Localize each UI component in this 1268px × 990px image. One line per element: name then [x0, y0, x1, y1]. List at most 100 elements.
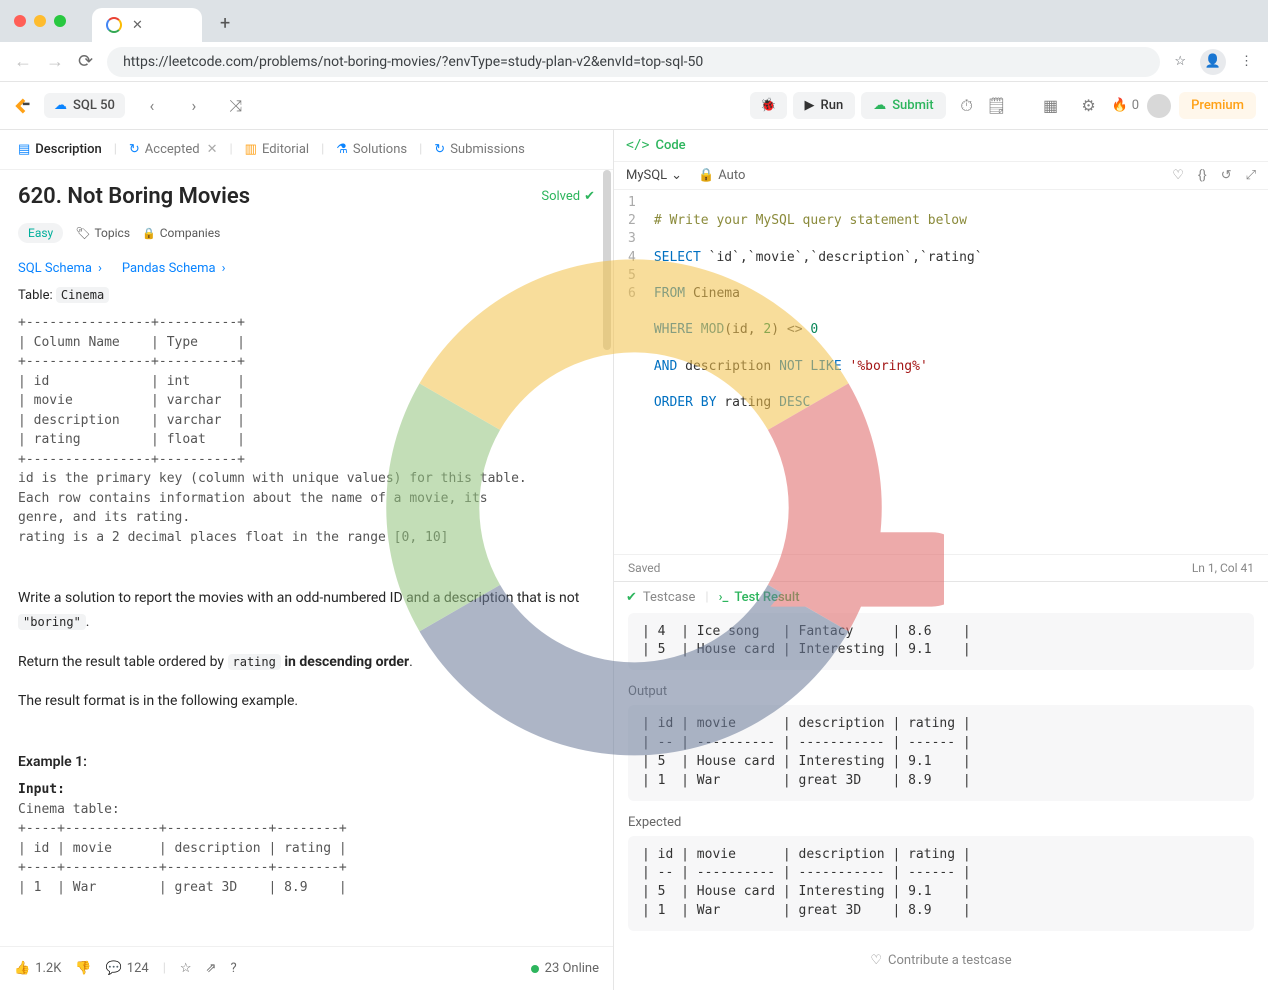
tab-editorial[interactable]: ▥ Editorial — [237, 138, 317, 161]
premium-button[interactable]: Premium — [1179, 92, 1256, 119]
reload-button[interactable]: ⟳ — [78, 51, 93, 72]
difficulty-tag[interactable]: Easy — [18, 223, 63, 243]
tab-description[interactable]: ▤ Description — [10, 138, 110, 161]
close-tab-icon[interactable]: ✕ — [132, 18, 143, 33]
debug-button[interactable]: 🐞 — [750, 92, 786, 119]
flask-icon: ⚗ — [336, 142, 348, 157]
share-button[interactable]: ⇗ — [206, 961, 217, 976]
tab-solutions[interactable]: ⚗ Solutions — [328, 138, 415, 161]
prev-problem-button[interactable]: ‹ — [137, 91, 167, 121]
scrollbar-thumb[interactable] — [603, 170, 611, 350]
result-body[interactable]: | 4 | Ice song | Fantacy | 8.6 | | 5 | H… — [614, 613, 1268, 990]
topics-tag[interactable]: 🏷Topics — [75, 226, 130, 240]
schema-links: SQL Schema› Pandas Schema› — [18, 261, 595, 276]
problem-title: 620. Not Boring Movies — [18, 184, 250, 209]
code-header: </>Code — [614, 130, 1268, 162]
close-icon[interactable]: ✕ — [207, 142, 218, 157]
chevron-right-icon: › — [98, 261, 102, 276]
code-lines[interactable]: # Write your MySQL query statement below… — [646, 190, 1268, 554]
settings-icon[interactable]: ⚙ — [1074, 91, 1104, 121]
code-tools: ♡ {} ↺ ⤢ — [1172, 168, 1256, 183]
profile-icon[interactable]: 👤 — [1200, 49, 1226, 75]
table-label: Table: Cinema — [18, 288, 595, 303]
minimize-window[interactable] — [34, 15, 46, 27]
chevron-down-icon: ⌄ — [671, 168, 682, 183]
window-controls — [14, 15, 66, 27]
language-select[interactable]: MySQL ⌄ — [626, 168, 682, 183]
streak[interactable]: 🔥 0 — [1112, 98, 1140, 113]
code-icon: </> — [626, 138, 649, 153]
saved-label: Saved — [628, 561, 660, 575]
schema-block: +----------------+----------+ | Column N… — [18, 313, 595, 547]
comments-button[interactable]: 💬124 — [106, 961, 149, 976]
browser-tab[interactable]: ✕ — [92, 8, 202, 42]
description-footer: 👍1.2K 👎 💬124 | ☆ ⇗ ? 23 Online — [0, 946, 613, 990]
tab-submissions[interactable]: ↻ Submissions — [426, 138, 533, 161]
user-avatar[interactable] — [1147, 94, 1171, 118]
titlebar: ✕ + — [0, 0, 1268, 42]
bookmark-icon[interactable]: ☆ — [1174, 54, 1186, 69]
description-panel: ▤ Description | ↻ Accepted ✕ | ▥ Editori… — [0, 130, 614, 990]
next-problem-button[interactable]: › — [179, 91, 209, 121]
tab-testcase[interactable]: ✔Testcase — [626, 590, 695, 605]
contribute-testcase[interactable]: ♡Contribute a testcase — [628, 945, 1254, 976]
shuffle-icon[interactable]: ⤨ — [221, 91, 251, 121]
companies-tag[interactable]: 🔒Companies — [142, 226, 220, 240]
lock-icon: 🔒 — [142, 227, 156, 240]
check-icon: ✔ — [584, 189, 595, 204]
online-status: 23 Online — [531, 961, 599, 976]
pandas-schema-link[interactable]: Pandas Schema› — [122, 261, 226, 276]
table-name: Cinema — [56, 287, 109, 303]
url-bar[interactable]: https://leetcode.com/problems/not-boring… — [107, 47, 1160, 77]
like-button[interactable]: 👍1.2K — [14, 961, 61, 976]
solved-badge: Solved ✔ — [541, 189, 595, 204]
expected-block: | id | movie | description | rating | | … — [628, 836, 1254, 931]
back-button[interactable]: ← — [14, 51, 32, 72]
tab-testresult[interactable]: ›_Test Result — [719, 590, 800, 605]
kebab-menu-icon[interactable]: ⋮ — [1240, 54, 1254, 69]
new-tab-button[interactable]: + — [220, 13, 230, 34]
help-icon: ? — [230, 961, 236, 976]
code-editor[interactable]: 1 2 3 4 5 6 # Write your MySQL query sta… — [614, 190, 1268, 554]
code-title: </>Code — [626, 138, 686, 153]
bookmark-icon[interactable]: ♡ — [1172, 168, 1184, 183]
fullscreen-icon[interactable]: ⤢ — [1246, 168, 1256, 183]
study-plan-badge[interactable]: ☁ SQL 50 — [44, 93, 125, 118]
leetcode-logo-icon[interactable] — [12, 96, 32, 116]
share-icon: ⇗ — [206, 961, 217, 976]
auto-label[interactable]: 🔒Auto — [698, 168, 745, 183]
maximize-window[interactable] — [54, 15, 66, 27]
toolbar-right: ☆ 👤 ⋮ — [1174, 49, 1254, 75]
forward-button[interactable]: → — [46, 51, 64, 72]
book-icon: ▥ — [245, 142, 257, 157]
tag-icon: 🏷 — [75, 226, 90, 240]
gutter: 1 2 3 4 5 6 — [614, 190, 646, 554]
left-tabs: ▤ Description | ↻ Accepted ✕ | ▥ Editori… — [0, 130, 613, 170]
favicon-icon — [106, 17, 122, 33]
plan-label: SQL 50 — [73, 98, 115, 113]
layout-icon[interactable]: ▦ — [1036, 91, 1066, 121]
flame-icon: 🔥 — [1112, 98, 1128, 113]
description-body[interactable]: 620. Not Boring Movies Solved ✔ Easy 🏷To… — [0, 170, 613, 946]
code-panel: </>Code MySQL ⌄ 🔒Auto ♡ {} ↺ ⤢ 1 2 3 4 5… — [614, 130, 1268, 990]
submit-button[interactable]: ☁ Submit — [861, 92, 945, 119]
tab-accepted[interactable]: ↻ Accepted ✕ — [121, 138, 226, 161]
result-tabs: ✔Testcase | ›_Test Result — [614, 581, 1268, 613]
dislike-button[interactable]: 👎 — [75, 961, 91, 976]
app-toolbar: ☁ SQL 50 ‹ › ⤨ 🐞 ▶ Run ☁ Submit ⏱ 🗒 ▦ ⚙ … — [0, 82, 1268, 130]
star-button[interactable]: ☆ — [180, 961, 192, 976]
close-window[interactable] — [14, 15, 26, 27]
run-button[interactable]: ▶ Run — [793, 92, 856, 119]
tag-row: Easy 🏷Topics 🔒Companies — [18, 223, 595, 243]
format-icon[interactable]: {} — [1198, 168, 1207, 183]
editor-statusbar: Saved Ln 1, Col 41 — [614, 554, 1268, 581]
note-icon[interactable]: 🗒 — [982, 91, 1012, 121]
streak-count: 0 — [1132, 98, 1139, 113]
help-button[interactable]: ? — [230, 961, 236, 976]
timer-icon[interactable]: ⏱ — [952, 91, 982, 121]
input-tail: | 4 | Ice song | Fantacy | 8.6 | | 5 | H… — [628, 613, 1254, 671]
main-split: ▤ Description | ↻ Accepted ✕ | ▥ Editori… — [0, 130, 1268, 990]
reset-icon[interactable]: ↺ — [1221, 168, 1232, 183]
sql-schema-link[interactable]: SQL Schema› — [18, 261, 102, 276]
right-tools: ▦ ⚙ 🔥 0 Premium — [1036, 91, 1256, 121]
